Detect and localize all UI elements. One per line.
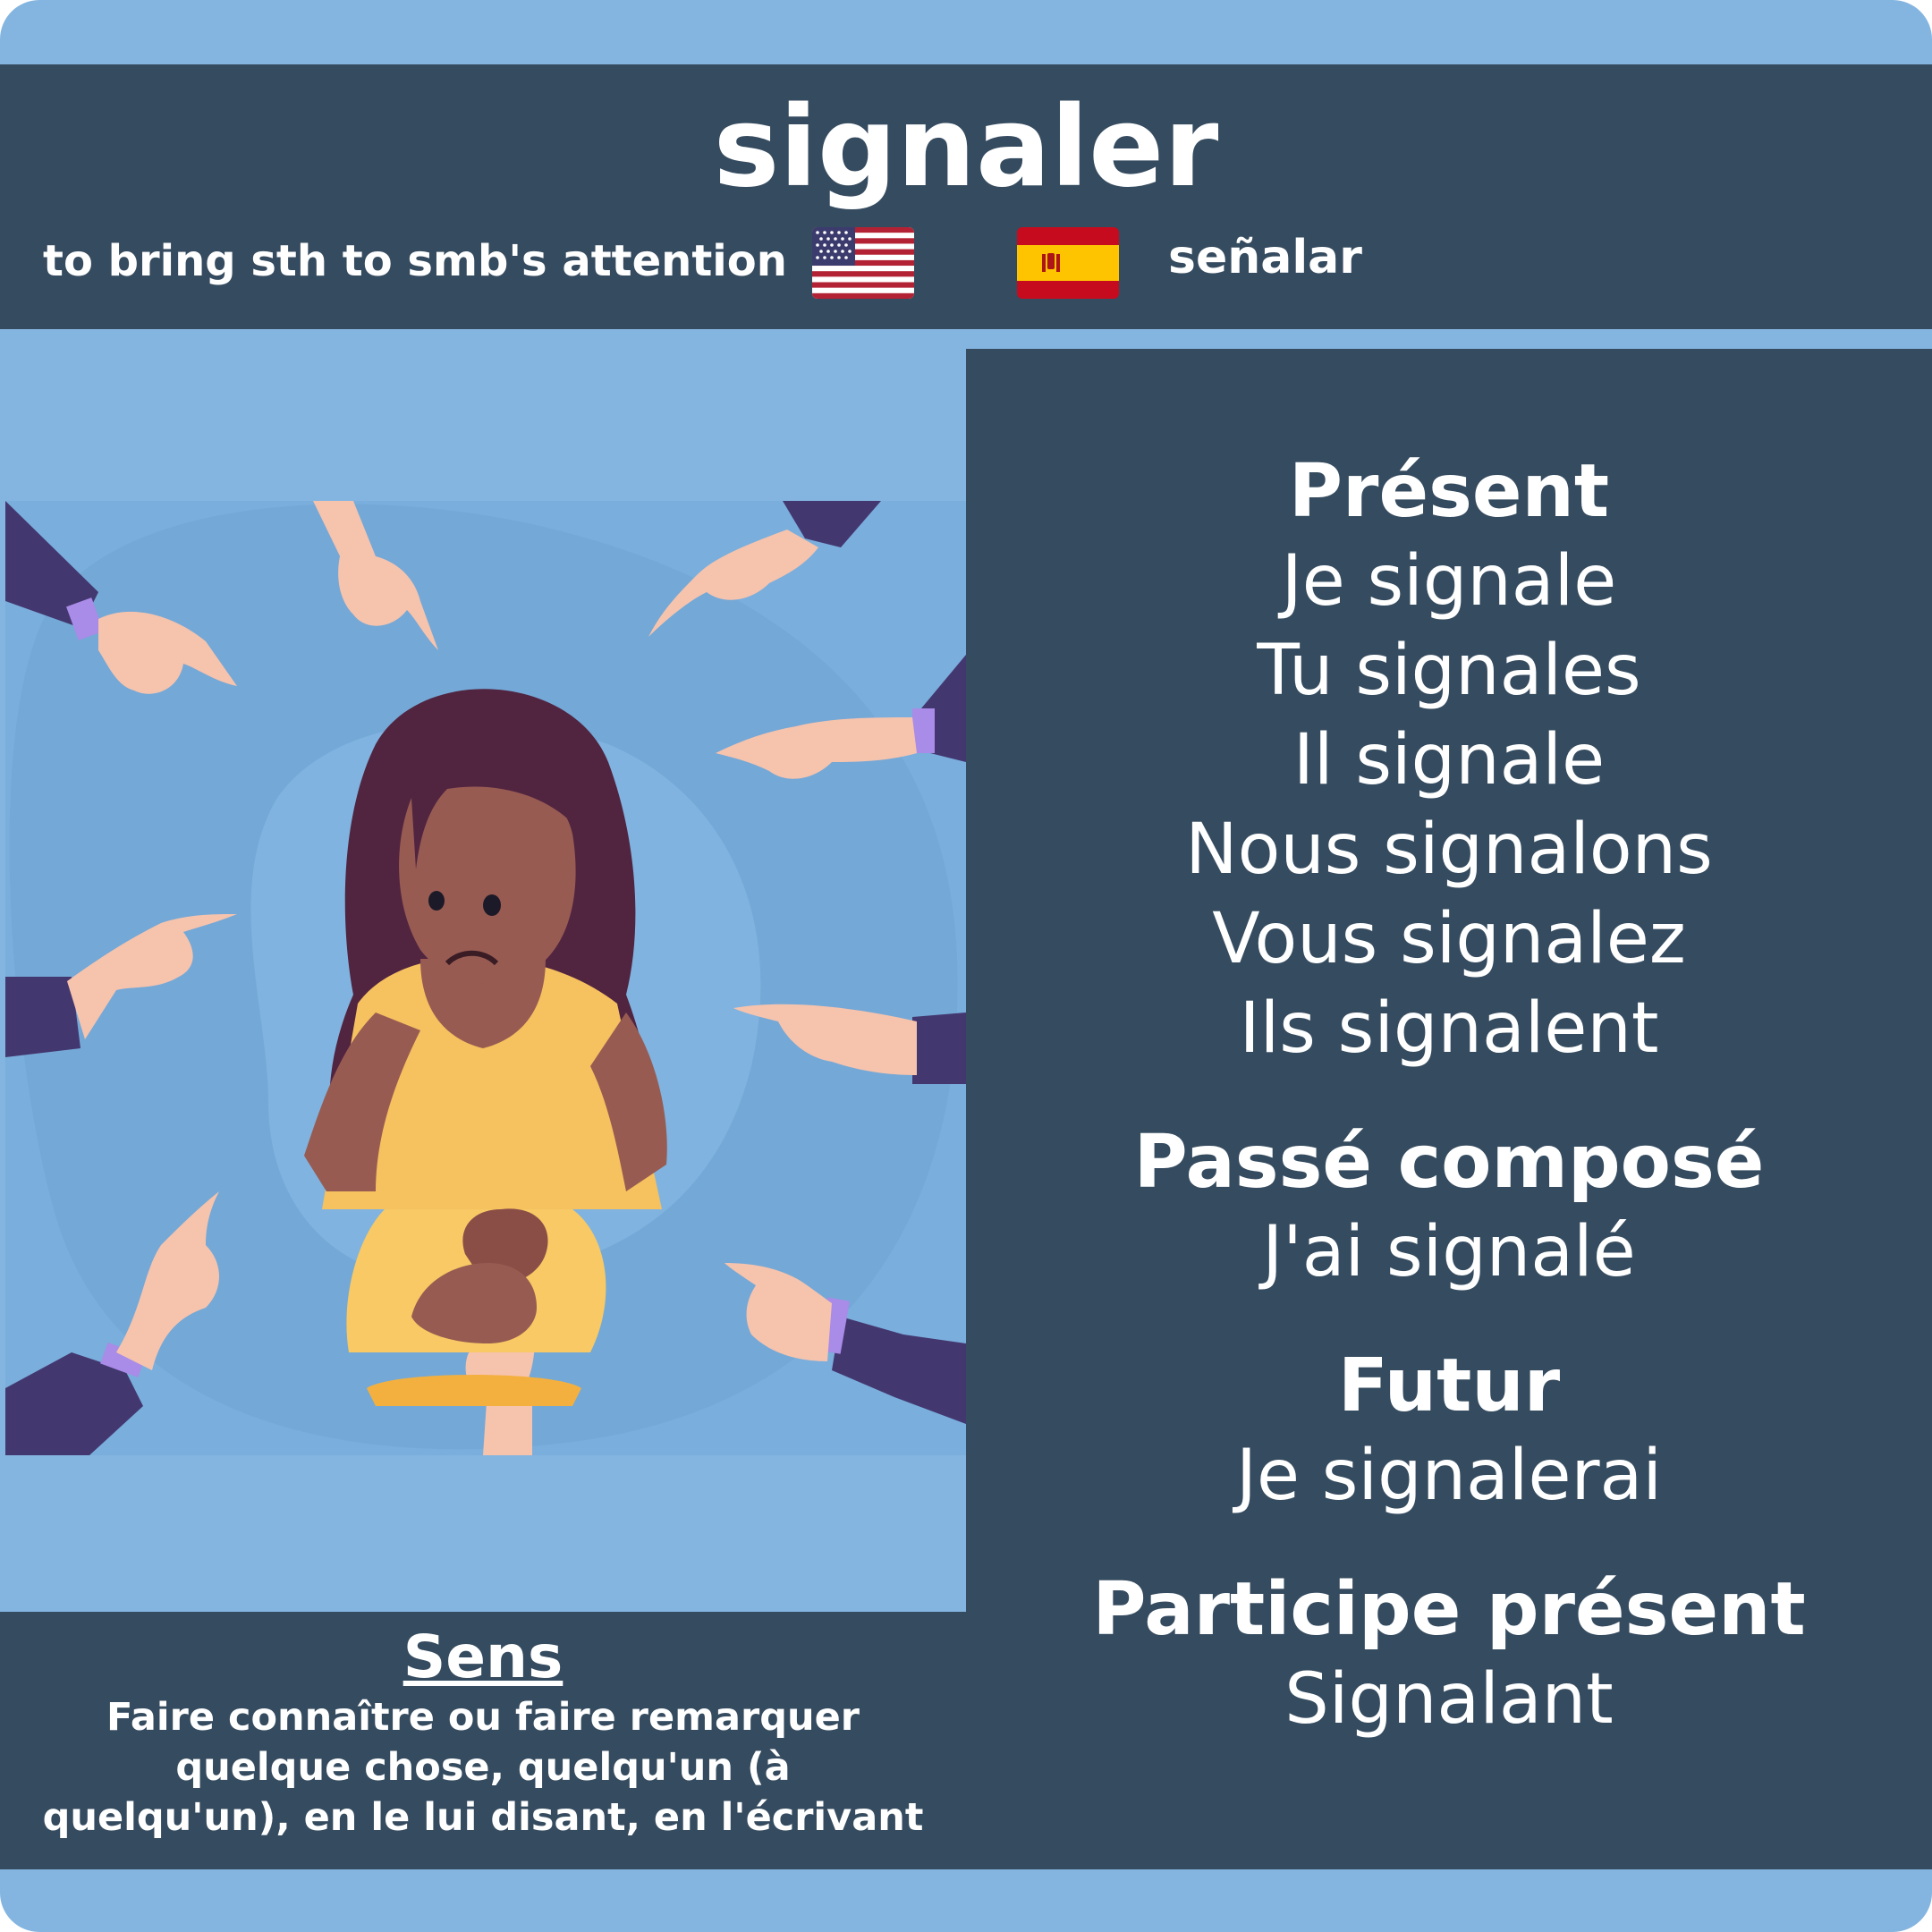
participe-present-heading: Participe présent	[1092, 1567, 1806, 1652]
passe-compose-form: J'ai signalé	[1262, 1212, 1636, 1292]
definition-text: Faire connaître ou faire remarquer quelq…	[0, 1692, 966, 1843]
present-form-6: Ils signalent	[1239, 988, 1659, 1069]
us-flag-icon	[812, 227, 914, 299]
woman-pointed-at-illustration	[0, 333, 966, 1610]
conjugation-list: Présent Je signale Tu signales Il signal…	[966, 447, 1932, 1744]
definition-panel: Sens Faire connaître ou faire remarquer …	[0, 1612, 966, 1869]
present-form-2: Tu signales	[1257, 631, 1641, 711]
verb-card: signaler to bring sth to smb's attention	[0, 0, 1932, 1932]
definition-line-1: Faire connaître ou faire remarquer	[106, 1695, 860, 1740]
participe-present-form: Signalant	[1284, 1659, 1614, 1740]
verb-title: signaler	[713, 83, 1219, 212]
present-heading: Présent	[1288, 449, 1610, 534]
present-form-1: Je signale	[1281, 541, 1617, 622]
english-translation: to bring sth to smb's attention	[43, 236, 787, 286]
futur-heading: Futur	[1337, 1343, 1561, 1428]
definition-title: Sens	[402, 1623, 564, 1691]
definition-line-2: quelque chose, quelqu'un (à	[175, 1745, 791, 1790]
definition-line-3: quelqu'un), en le lui disant, en l'écriv…	[42, 1795, 924, 1840]
present-form-4: Nous signalons	[1185, 809, 1713, 890]
passe-compose-heading: Passé composé	[1133, 1120, 1765, 1205]
present-form-3: Il signale	[1292, 720, 1606, 801]
futur-form: Je signalerai	[1235, 1436, 1663, 1516]
spain-flag-icon	[1017, 227, 1119, 299]
spanish-translation: señalar	[1168, 231, 1362, 284]
present-form-5: Vous signalez	[1212, 899, 1686, 979]
